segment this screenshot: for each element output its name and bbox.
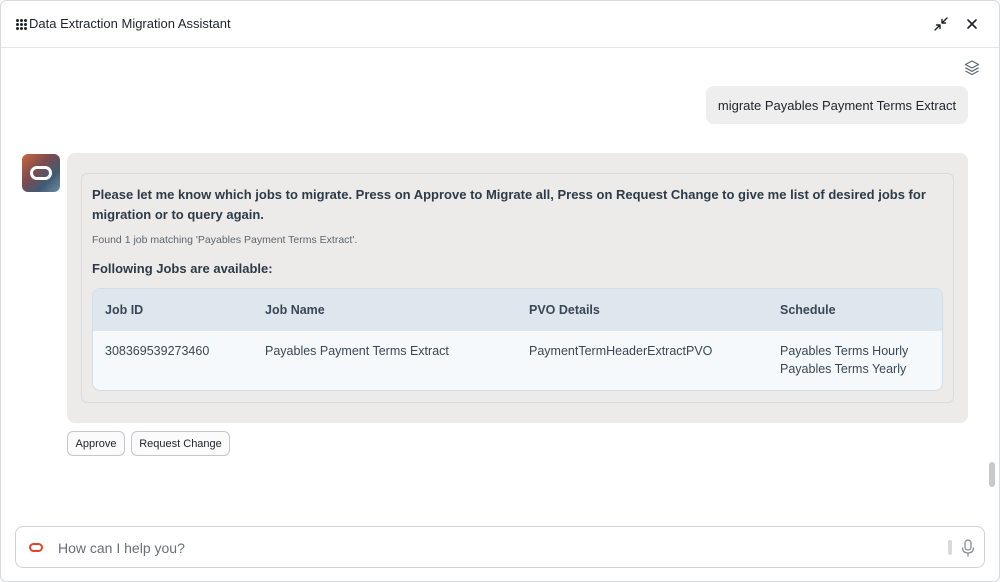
window-header: Data Extraction Migration Assistant — [1, 1, 999, 48]
column-header-pvo-details: PVO Details — [529, 303, 600, 317]
microphone-icon[interactable] — [960, 538, 976, 558]
scrollbar-track[interactable] — [987, 81, 997, 521]
column-header-job-id: Job ID — [105, 303, 144, 317]
cell-schedule-2: Payables Terms Yearly — [780, 362, 907, 376]
oracle-logo-icon — [29, 543, 43, 552]
chat-input-bar — [15, 526, 985, 568]
user-message: migrate Payables Payment Terms Extract — [706, 86, 968, 124]
input-caret-indicator — [948, 540, 952, 555]
jobs-table: Job ID Job Name PVO Details Schedule 308… — [92, 288, 943, 391]
bot-following-text: Following Jobs are available: — [92, 261, 273, 276]
app-grid-icon[interactable] — [16, 19, 27, 30]
cell-schedule-1: Payables Terms Hourly — [780, 344, 909, 358]
request-change-button[interactable]: Request Change — [131, 431, 230, 456]
scrollbar-thumb[interactable] — [989, 462, 995, 487]
minimize-icon[interactable] — [931, 14, 951, 34]
window-title: Data Extraction Migration Assistant — [29, 16, 231, 31]
layers-icon[interactable] — [963, 59, 981, 77]
table-header-row: Job ID Job Name PVO Details Schedule — [93, 289, 942, 331]
column-header-job-name: Job Name — [265, 303, 325, 317]
cell-pvo-details: PaymentTermHeaderExtractPVO — [529, 344, 713, 358]
bot-found-text: Found 1 job matching 'Payables Payment T… — [92, 234, 358, 246]
cell-job-id: 308369539273460 — [105, 344, 210, 358]
approve-button[interactable]: Approve — [67, 431, 125, 456]
oracle-logo-icon — [22, 154, 60, 192]
bot-instruction-text: Please let me know which jobs to migrate… — [92, 187, 926, 222]
close-icon[interactable] — [962, 14, 982, 34]
chat-input[interactable] — [58, 537, 918, 559]
column-header-schedule: Schedule — [780, 303, 836, 317]
assistant-window: Data Extraction Migration Assistant migr… — [0, 0, 1000, 582]
cell-job-name: Payables Payment Terms Extract — [265, 344, 449, 358]
